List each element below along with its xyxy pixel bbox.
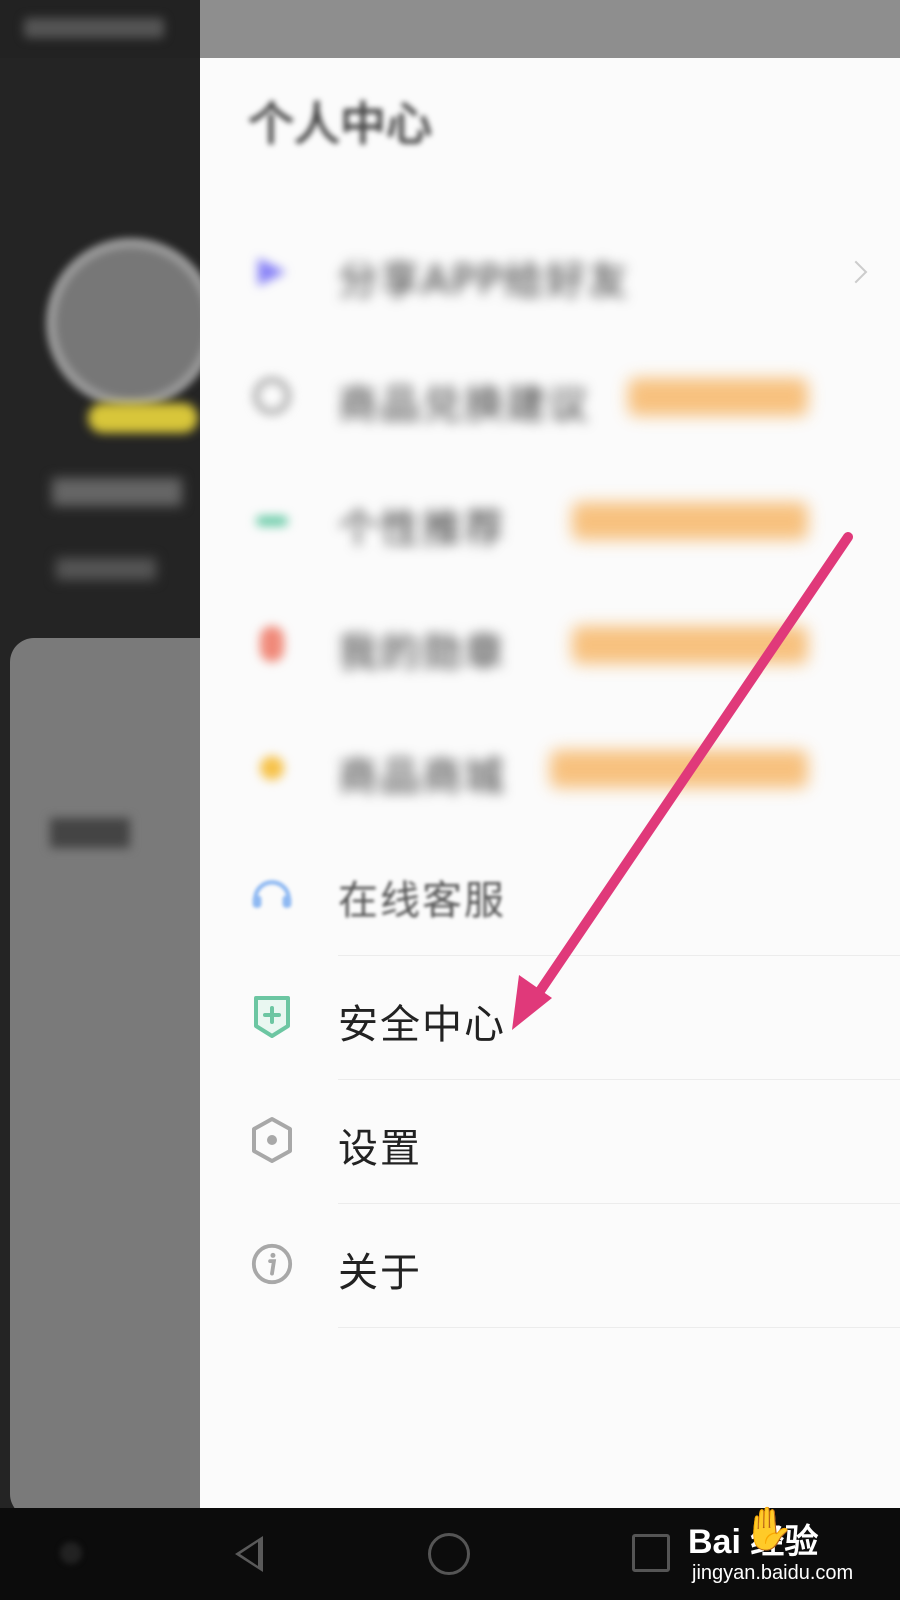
status-bar-operator [24,18,164,38]
baidu-jingyan-watermark: Bai 经验 ✋ jingyan.baidu.com [688,1504,900,1598]
menu-item-label: 设置 [338,1126,422,1172]
menu-item-label: 个性推荐 [338,506,506,552]
medal-icon [250,622,294,666]
username [52,478,182,506]
nav-menu-icon[interactable] [60,1542,82,1564]
paw-logo-icon: ✋ [742,1504,795,1553]
status-bar-left [0,0,200,58]
promo-tag [572,502,808,540]
chevron-right-icon [844,260,868,284]
home-icon[interactable] [428,1533,470,1575]
headset-icon [250,870,294,914]
menu-item-online-service[interactable]: 在线客服 [200,832,900,956]
user-subtitle [56,558,156,580]
menu-item-settings[interactable]: 设置 [200,1080,900,1204]
background-card-text [50,818,130,848]
background-profile-page [0,58,200,1508]
drawer-title: 个人中心 [248,97,432,151]
menu-item-share-app[interactable]: 分享APP给好友 [200,212,900,336]
menu-item-about[interactable]: 关于 [200,1204,900,1328]
avatar [56,248,200,398]
menu-item-label: 关于 [338,1250,422,1296]
menu-item-medals[interactable]: 我的勋章 [200,584,900,708]
promo-tag [628,378,808,416]
info-icon [250,1242,294,1286]
shield-plus-icon [250,994,294,1038]
back-icon[interactable] [235,1536,263,1572]
status-bar [0,0,900,58]
recent-apps-icon[interactable] [632,1534,670,1572]
menu-item-mall[interactable]: 商品商城 [200,708,900,832]
background-card [10,638,200,1508]
recommend-icon [250,498,294,542]
promo-tag [572,626,808,664]
promo-tag [550,750,808,788]
suggestion-icon [250,374,294,418]
menu-item-label: 安全中心 [338,1002,506,1048]
menu-item-security-center[interactable]: 安全中心 [200,956,900,1080]
watermark-url: jingyan.baidu.com [692,1562,854,1584]
menu-item-label: 商品兑换建议 [338,382,590,428]
menu-item-label: 分享APP给好友 [338,258,630,304]
side-drawer: 个人中心 分享APP给好友 商品兑换建议 个性推荐 我的勋章 商品商城 在线客服… [200,58,900,1508]
menu-item-suggestion[interactable]: 商品兑换建议 [200,336,900,460]
divider [338,1327,900,1328]
menu-item-recommend[interactable]: 个性推荐 [200,460,900,584]
settings-hexagon-icon [250,1117,294,1163]
menu-item-label: 商品商城 [338,754,506,800]
vip-badge [88,403,198,433]
menu-item-label: 在线客服 [338,878,506,924]
menu-item-label: 我的勋章 [338,630,506,676]
share-icon [250,250,294,294]
star-icon [250,746,294,790]
